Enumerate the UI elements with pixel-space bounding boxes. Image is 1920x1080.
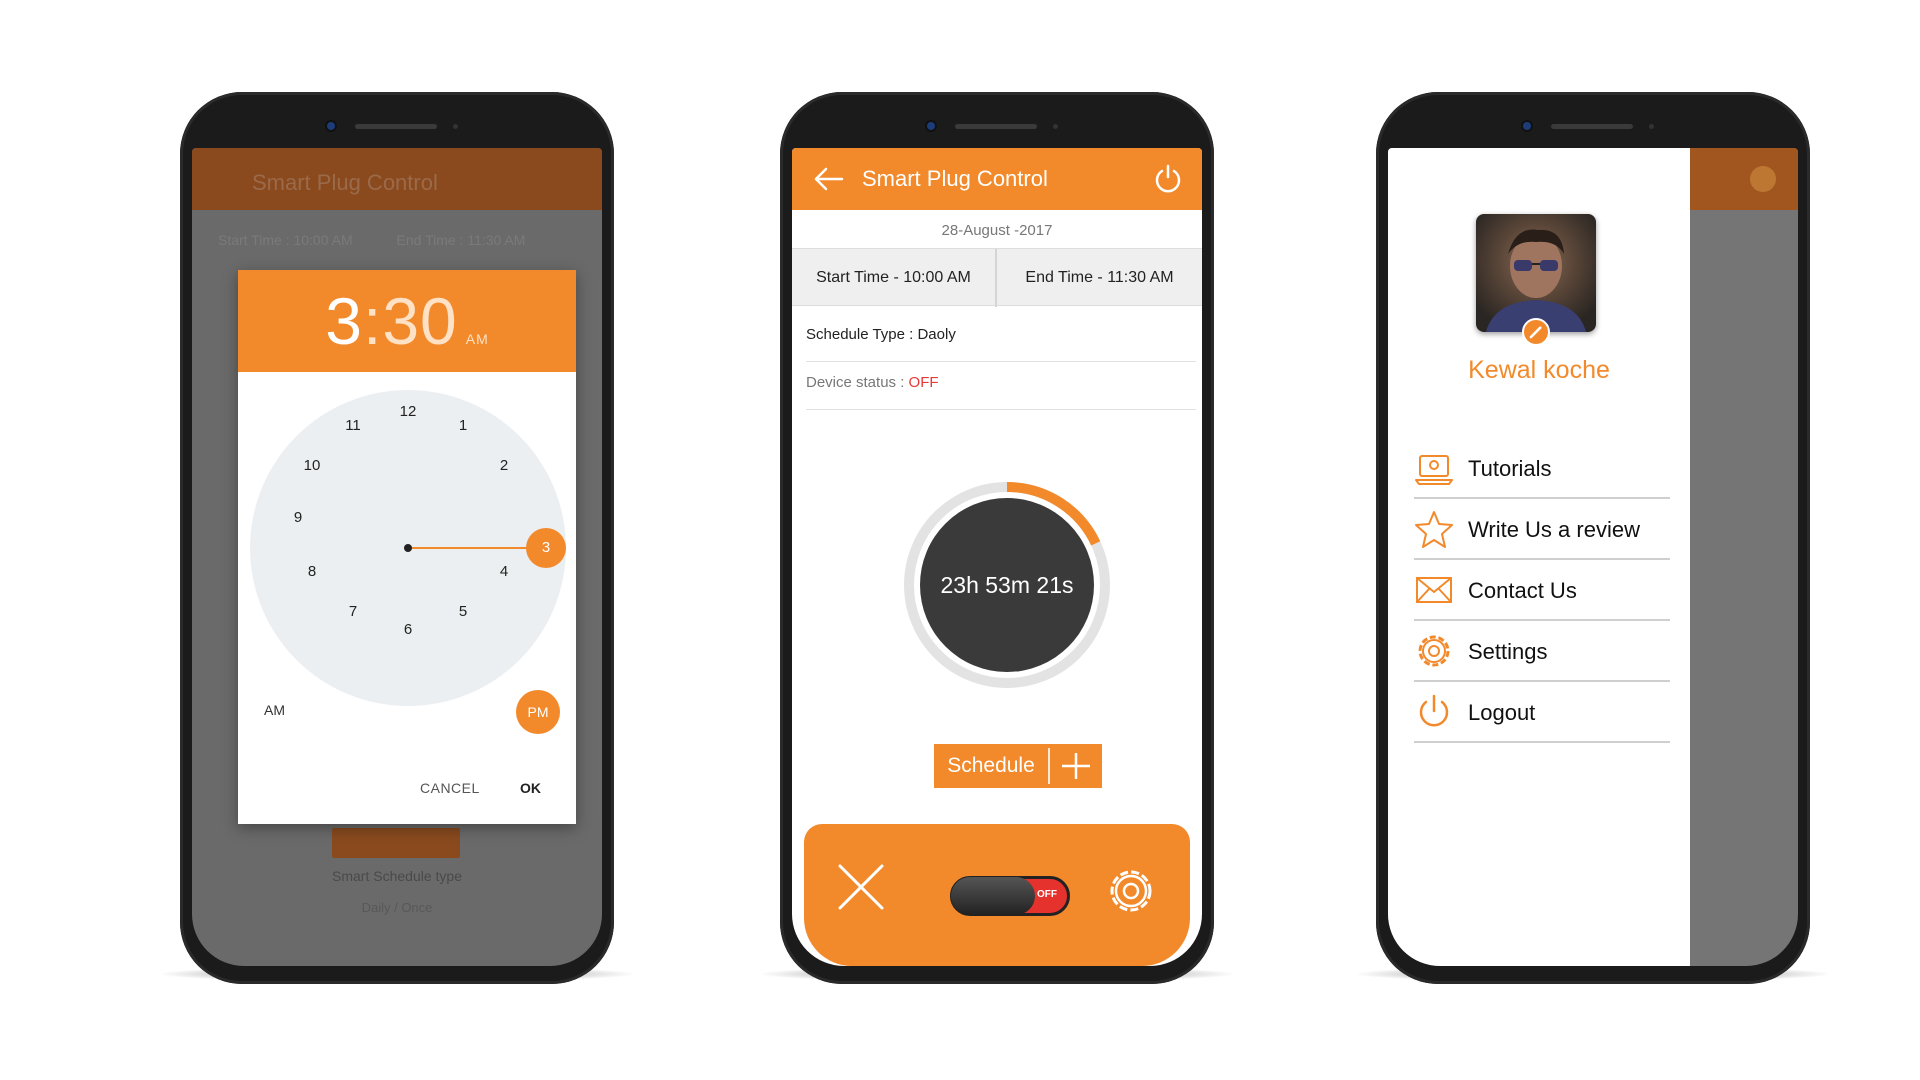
gear-icon[interactable] — [1102, 862, 1160, 920]
profile-photo — [1486, 229, 1586, 332]
ok-button[interactable]: OK — [520, 780, 541, 796]
time-separator: : — [362, 284, 383, 358]
phone-plug-control: Smart Plug Control 28-August -2017 Start… — [780, 92, 1214, 984]
earpiece-speaker — [955, 124, 1037, 129]
earpiece-speaker — [1551, 124, 1633, 129]
hour-display[interactable]: 3 — [325, 284, 363, 358]
dial-number-5[interactable]: 5 — [448, 602, 478, 622]
menu-item-label: Write Us a review — [1468, 517, 1640, 542]
power-icon — [1419, 694, 1449, 727]
dimmed-start-time: Start Time : 10:00 AM — [218, 232, 353, 248]
phone1-screen: Smart Plug Control Start Time : 10:00 AM… — [192, 148, 602, 966]
schedule-type: Schedule Type : Daoly — [806, 326, 1196, 362]
dimmed-app-title: Smart Plug Control — [252, 170, 438, 195]
clock-dial[interactable]: 12 1 2 4 5 6 7 8 9 10 11 3 — [250, 390, 566, 706]
dial-number-2[interactable]: 2 — [489, 456, 519, 476]
dial-number-6[interactable]: 6 — [393, 620, 423, 640]
dimmed-schedule-options: Daily / Once — [361, 900, 433, 915]
close-icon[interactable] — [836, 862, 886, 912]
dial-number-12[interactable]: 12 — [393, 402, 423, 422]
dimmed-schedule-type: Smart Schedule type — [332, 868, 462, 884]
phone2-screen: Smart Plug Control 28-August -2017 Start… — [792, 148, 1202, 966]
page-title: Smart Plug Control — [862, 166, 1048, 191]
front-camera — [927, 122, 935, 130]
device-status: Device status : OFF — [806, 374, 1196, 410]
minute-display[interactable]: 30 — [382, 284, 457, 358]
phone3-screen: Kewal koche Tutorials Write Us a review — [1388, 148, 1798, 966]
plus-icon[interactable] — [1056, 750, 1096, 782]
dial-number-8[interactable]: 8 — [297, 562, 327, 582]
menu-item-label: Settings — [1468, 639, 1548, 664]
end-time[interactable]: End Time - 11:30 AM — [997, 249, 1202, 307]
dial-number-10[interactable]: 10 — [297, 456, 327, 476]
menu-item-label: Tutorials — [1468, 456, 1552, 481]
avatar[interactable] — [1476, 214, 1596, 332]
schedule-button[interactable]: Schedule — [934, 744, 1102, 788]
gear-icon — [1418, 635, 1450, 667]
control-panel: OFF — [804, 824, 1190, 966]
earpiece-speaker — [355, 124, 437, 129]
selected-time: 3:30 AM — [238, 270, 576, 390]
time-range-bar: Start Time - 10:00 AM End Time - 11:30 A… — [792, 248, 1202, 307]
dimmed-schedule-button — [332, 828, 460, 858]
dial-number-7[interactable]: 7 — [338, 602, 368, 622]
device-status-value: OFF — [908, 374, 939, 391]
dimmed-end-time: End Time : 11:30 AM — [396, 232, 526, 248]
mail-icon — [1416, 577, 1452, 603]
menu-item-logout[interactable]: Logout — [1414, 682, 1670, 743]
countdown-ring: 23h 53m 21s — [902, 480, 1112, 690]
period-display: AM — [465, 331, 489, 347]
menu-item-review[interactable]: Write Us a review — [1414, 499, 1670, 560]
phone-time-picker: Smart Plug Control Start Time : 10:00 AM… — [180, 92, 614, 984]
laptop-icon — [1415, 455, 1453, 485]
drawer-menu: Tutorials Write Us a review Contact Us S… — [1414, 438, 1670, 743]
dimmed-power-icon — [1750, 166, 1776, 192]
proximity-sensor — [1649, 124, 1654, 129]
device-status-label: Device status : — [806, 374, 909, 391]
navigation-drawer: Kewal koche Tutorials Write Us a review — [1388, 148, 1690, 966]
menu-item-contact[interactable]: Contact Us — [1414, 560, 1670, 621]
am-toggle[interactable]: AM — [264, 702, 285, 718]
proximity-sensor — [453, 124, 458, 129]
dial-number-4[interactable]: 4 — [489, 562, 519, 582]
power-toggle-switch[interactable]: OFF — [950, 876, 1070, 916]
cancel-button[interactable]: CANCEL — [420, 780, 480, 796]
schedule-button-divider — [1048, 748, 1050, 784]
edit-profile-icon[interactable] — [1522, 318, 1550, 346]
app-bar: Smart Plug Control — [792, 148, 1202, 210]
clock-center — [404, 544, 412, 552]
front-camera — [327, 122, 335, 130]
dimmed-app-bar: Smart Plug Control — [192, 148, 602, 210]
menu-item-settings[interactable]: Settings — [1414, 621, 1670, 682]
dial-number-1[interactable]: 1 — [448, 416, 478, 436]
proximity-sensor — [1053, 124, 1058, 129]
menu-item-label: Logout — [1468, 700, 1536, 725]
countdown-timer: 23h 53m 21s — [920, 498, 1094, 672]
dial-number-3-selected[interactable]: 3 — [526, 528, 566, 568]
clock-hand — [408, 547, 536, 549]
start-time[interactable]: Start Time - 10:00 AM — [792, 249, 997, 307]
arrow-left-icon[interactable] — [812, 164, 844, 194]
menu-item-label: Contact Us — [1468, 578, 1577, 603]
time-picker-header: 3:30 AM — [238, 270, 576, 372]
dial-number-9[interactable]: 9 — [283, 508, 313, 528]
dimmed-time-row: Start Time : 10:00 AM End Time : 11:30 A… — [192, 232, 602, 248]
time-picker-dialog: 3:30 AM 12 1 2 4 5 6 7 8 9 10 11 3 AM PM — [238, 270, 576, 824]
dial-number-11[interactable]: 11 — [338, 416, 368, 436]
menu-item-tutorials[interactable]: Tutorials — [1414, 438, 1670, 499]
toggle-knob[interactable] — [951, 877, 1035, 915]
user-name: Kewal koche — [1468, 356, 1610, 384]
phone-nav-drawer: Kewal koche Tutorials Write Us a review — [1376, 92, 1810, 984]
schedule-button-label: Schedule — [947, 754, 1035, 777]
power-icon[interactable] — [1152, 162, 1184, 194]
star-icon — [1415, 511, 1453, 548]
schedule-date: 28-August -2017 — [941, 222, 1053, 239]
toggle-state-label: OFF — [1037, 889, 1057, 900]
pm-toggle[interactable]: PM — [516, 690, 560, 734]
front-camera — [1523, 122, 1531, 130]
